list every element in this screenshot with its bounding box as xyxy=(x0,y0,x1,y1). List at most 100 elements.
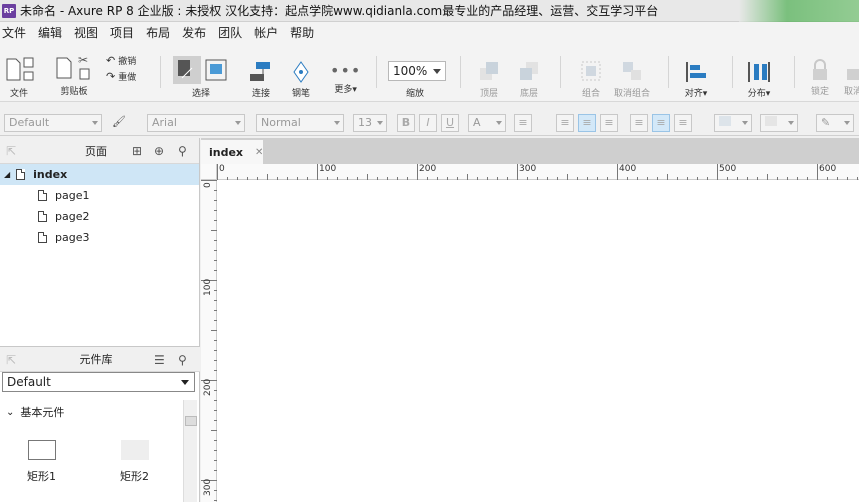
italic-button[interactable]: I xyxy=(419,114,437,132)
title-bar: RP 未命名 - Axure RP 8 企业版 : 未授权 汉化支持：起点学院w… xyxy=(0,0,859,22)
font-size-select[interactable]: 13 xyxy=(353,114,387,132)
file-label: 文件 xyxy=(9,89,28,99)
weight-select[interactable]: Normal xyxy=(256,114,344,132)
menu-file[interactable]: 文件 xyxy=(2,24,26,41)
window-title: 未命名 - Axure RP 8 企业版 : 未授权 汉化支持：起点学院www.… xyxy=(20,4,659,18)
align-left-icon[interactable]: ≡ xyxy=(556,114,574,132)
redo-button[interactable]: ↷ 重做 xyxy=(106,70,136,83)
shadow-icon xyxy=(765,116,777,126)
file-button[interactable]: 文件 xyxy=(4,56,34,99)
chevron-down-icon xyxy=(788,121,794,125)
widget-rectangle2[interactable]: 矩形2 xyxy=(120,440,149,484)
pen-icon xyxy=(293,61,309,83)
horizontal-ruler: 0 100 200 300 400 500 600 xyxy=(217,164,859,180)
widget-section-header[interactable]: ⌄ 基本元件 xyxy=(6,404,64,420)
rectangle-icon xyxy=(27,440,56,460)
section-label: 基本元件 xyxy=(20,406,65,419)
menu-icon[interactable]: ☰ xyxy=(154,353,165,367)
ungroup-button[interactable]: 取消组合 xyxy=(614,60,650,99)
library-panel-header: ⇱ 元件库 ☰ ⚲ xyxy=(0,346,200,372)
svg-text:✂: ✂ xyxy=(78,53,88,67)
format-painter-icon[interactable]: 🖌 xyxy=(110,114,128,132)
menu-layout[interactable]: 布局 xyxy=(146,24,170,41)
unlock-button[interactable]: 取消 xyxy=(844,58,859,97)
add-folder-icon[interactable]: ⊕ xyxy=(154,144,164,158)
add-page-icon[interactable]: ⊞ xyxy=(132,144,142,158)
font-select[interactable]: Arial xyxy=(147,114,245,132)
expand-arrow-icon[interactable]: ◢ xyxy=(4,170,10,179)
left-panel: ⇱ 页面 ⊞ ⊕ ⚲ ◢ index page1 page2 page3 ⇱ 元… xyxy=(0,138,200,502)
search-icon[interactable]: ⚲ xyxy=(178,144,187,158)
clipboard-button[interactable]: ✂ 剪贴板 xyxy=(54,52,94,97)
shadow-select[interactable] xyxy=(760,114,798,132)
pen-button[interactable]: 钢笔 xyxy=(290,60,312,99)
weight-value: Normal xyxy=(261,116,301,129)
page-icon xyxy=(16,169,26,180)
font-color-select[interactable]: A xyxy=(468,114,506,132)
bottom-label: 底层 xyxy=(519,89,538,99)
fill-color-select[interactable] xyxy=(714,114,752,132)
widget-rectangle1[interactable]: 矩形1 xyxy=(27,440,56,484)
chevron-down-icon xyxy=(844,121,850,125)
bring-front-icon xyxy=(480,62,498,80)
menu-edit[interactable]: 编辑 xyxy=(38,24,62,41)
pages-panel-header: ⇱ 页面 ⊞ ⊕ ⚲ xyxy=(0,138,199,164)
chevron-down-icon xyxy=(334,121,340,125)
valign-top-icon[interactable]: ≡ xyxy=(630,114,648,132)
more-dots-icon: ••• xyxy=(330,61,362,80)
valign-bottom-icon[interactable]: ≡ xyxy=(674,114,692,132)
title-decoration xyxy=(739,0,859,22)
select-label: 选择 xyxy=(191,89,210,99)
ruler-label: 200 xyxy=(203,378,213,396)
bold-button[interactable]: B xyxy=(397,114,415,132)
align-right-icon[interactable]: ≡ xyxy=(600,114,618,132)
undo-button[interactable]: ↶ 撤销 xyxy=(106,54,136,67)
menu-publish[interactable]: 发布 xyxy=(182,24,206,41)
page-tree-item[interactable]: page1 xyxy=(0,185,199,206)
menu-project[interactable]: 项目 xyxy=(110,24,134,41)
underline-button[interactable]: U xyxy=(441,114,459,132)
align-center-icon[interactable]: ≡ xyxy=(578,114,596,132)
page-tree-item-index[interactable]: ◢ index xyxy=(0,164,199,185)
menu-view[interactable]: 视图 xyxy=(74,24,98,41)
widget-label: 矩形1 xyxy=(27,470,56,483)
menu-help[interactable]: 帮助 xyxy=(290,24,314,41)
library-scrollbar[interactable] xyxy=(183,400,197,502)
menu-account[interactable]: 帐户 xyxy=(254,24,278,41)
tab-strip: index ✕ xyxy=(201,138,859,164)
page-icon xyxy=(38,232,47,243)
connect-button[interactable]: 连接 xyxy=(248,60,274,99)
select-button[interactable]: 选择 xyxy=(172,56,230,99)
list-icon[interactable]: ≡ xyxy=(514,114,532,132)
widget-label: 矩形2 xyxy=(120,470,149,483)
lock-button[interactable]: 锁定 xyxy=(810,58,830,97)
redo-icon: ↷ xyxy=(106,70,116,83)
page-tree-item[interactable]: page3 xyxy=(0,227,199,248)
distribute-button[interactable]: 分布▾ xyxy=(746,60,772,99)
connector-icon xyxy=(250,62,270,81)
chevron-down-icon xyxy=(377,121,383,125)
valign-middle-icon[interactable]: ≡ xyxy=(652,114,670,132)
toolbar-separator xyxy=(560,56,561,88)
page-label: page2 xyxy=(55,210,90,223)
new-file-icon xyxy=(6,57,34,81)
toolbar-separator xyxy=(376,56,377,88)
bring-to-top-button[interactable]: 顶层 xyxy=(478,60,500,99)
more-button[interactable]: ••• 更多▾ xyxy=(330,61,362,96)
group-button[interactable]: 组合 xyxy=(580,60,602,99)
search-icon[interactable]: ⚲ xyxy=(178,353,187,367)
ruler-label: 500 xyxy=(719,164,737,174)
send-to-bottom-button[interactable]: 底层 xyxy=(518,60,540,99)
library-select[interactable]: Default xyxy=(2,372,195,392)
menu-team[interactable]: 团队 xyxy=(218,24,242,41)
vertical-ruler: 0 100 200 300 xyxy=(201,180,217,502)
tab-index[interactable]: index ✕ xyxy=(201,140,263,164)
line-color-select[interactable]: ✎ xyxy=(816,114,854,132)
zoom-select[interactable]: 100% xyxy=(388,61,446,81)
page-icon xyxy=(38,190,47,201)
page-tree-item[interactable]: page2 xyxy=(0,206,199,227)
align-button[interactable]: 对齐▾ xyxy=(684,60,708,99)
scrollbar-thumb[interactable] xyxy=(185,416,197,426)
close-icon[interactable]: ✕ xyxy=(255,147,263,158)
style-select[interactable]: Default xyxy=(4,114,102,132)
